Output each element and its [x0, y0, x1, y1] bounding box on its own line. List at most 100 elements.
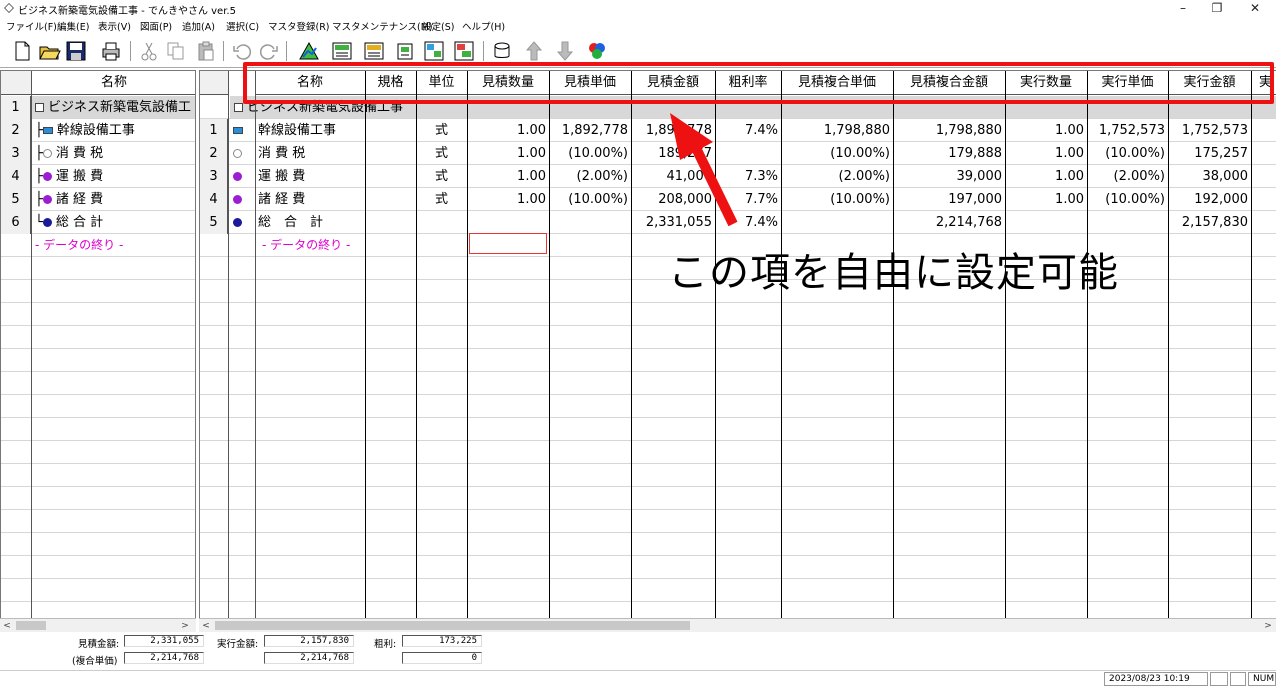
- tree-item-consumption-tax[interactable]: ├ 消 費 税: [35, 142, 195, 165]
- menu-file[interactable]: ファイル(F): [6, 19, 57, 33]
- cell-eprice[interactable]: (10.00%): [1087, 142, 1168, 165]
- menu-master-maintenance[interactable]: マスタメンテナンス(M): [332, 19, 433, 33]
- row-number[interactable]: 6: [1, 211, 31, 234]
- material-icon-4[interactable]: [422, 39, 446, 63]
- chart-tool-icon[interactable]: [297, 39, 321, 63]
- tree-item-misc-expenses[interactable]: ├ 諸 経 費: [35, 188, 195, 211]
- undo-icon[interactable]: [230, 39, 254, 63]
- cell-spec[interactable]: [365, 211, 416, 234]
- material-icon-2[interactable]: [362, 39, 386, 63]
- cell-eamount[interactable]: 192,000: [1168, 188, 1251, 211]
- move-down-icon[interactable]: [553, 39, 577, 63]
- open-folder-icon[interactable]: [37, 39, 61, 63]
- cell-qty[interactable]: [467, 211, 549, 234]
- cell-cprice[interactable]: (10.00%): [781, 188, 893, 211]
- database-icon[interactable]: [490, 39, 514, 63]
- close-button[interactable]: ✕: [1238, 0, 1272, 17]
- cell-cprice[interactable]: [781, 211, 893, 234]
- scroll-left-icon[interactable]: <: [199, 619, 213, 633]
- material-icon-5[interactable]: [452, 39, 476, 63]
- cell-price[interactable]: 1,892,778: [549, 119, 631, 142]
- cell-name[interactable]: 諸 経 費: [258, 188, 364, 211]
- row-number[interactable]: 1: [200, 119, 228, 142]
- menu-view[interactable]: 表示(V): [98, 19, 131, 33]
- cell-price[interactable]: (10.00%): [549, 188, 631, 211]
- cell-eamount[interactable]: 1,752,573: [1168, 119, 1251, 142]
- cell-eprice[interactable]: [1087, 211, 1168, 234]
- cell-margin[interactable]: 7.4%: [715, 119, 781, 142]
- cell-qty[interactable]: 1.00: [467, 142, 549, 165]
- scroll-left-icon[interactable]: <: [0, 619, 14, 633]
- menu-select[interactable]: 選択(C): [226, 19, 259, 33]
- tree-item-trunk-line[interactable]: ├ 幹線設備工事: [35, 119, 195, 142]
- print-icon[interactable]: [99, 39, 123, 63]
- main-horizontal-scrollbar[interactable]: < >: [199, 618, 1276, 632]
- paste-icon[interactable]: [194, 39, 218, 63]
- save-icon[interactable]: [64, 39, 88, 63]
- menu-master-register[interactable]: マスタ登録(R): [268, 19, 330, 33]
- cell-eprice[interactable]: (10.00%): [1087, 188, 1168, 211]
- menu-edit[interactable]: 編集(E): [57, 19, 89, 33]
- scroll-thumb[interactable]: [215, 621, 690, 630]
- row-number[interactable]: 2: [1, 119, 31, 142]
- menu-settings[interactable]: 設定(S): [422, 19, 454, 33]
- cell-price[interactable]: (10.00%): [549, 142, 631, 165]
- cell-eqty[interactable]: 1.00: [1005, 165, 1087, 188]
- cell-amount[interactable]: 2,331,055: [631, 211, 715, 234]
- cell-name[interactable]: 総 合 計: [258, 211, 364, 234]
- cell-name[interactable]: 消 費 税: [258, 142, 364, 165]
- cell-price[interactable]: (2.00%): [549, 165, 631, 188]
- move-up-icon[interactable]: [522, 39, 546, 63]
- cell-qty[interactable]: 1.00: [467, 119, 549, 142]
- cell-amount[interactable]: 189,277: [631, 142, 715, 165]
- copy-icon[interactable]: [164, 39, 188, 63]
- scroll-thumb[interactable]: [16, 621, 46, 630]
- cell-camount[interactable]: 39,000: [893, 165, 1005, 188]
- menu-add[interactable]: 追加(A): [182, 19, 215, 33]
- cell-spec[interactable]: [365, 119, 416, 142]
- cell-camount[interactable]: 197,000: [893, 188, 1005, 211]
- cell-spec[interactable]: [365, 188, 416, 211]
- scroll-right-icon[interactable]: >: [178, 619, 192, 633]
- row-number[interactable]: 4: [1, 165, 31, 188]
- cell-eqty[interactable]: 1.00: [1005, 119, 1087, 142]
- minimize-button[interactable]: –: [1166, 0, 1200, 17]
- cell-eqty[interactable]: 1.00: [1005, 188, 1087, 211]
- cell-camount[interactable]: 2,214,768: [893, 211, 1005, 234]
- cell-unit[interactable]: 式: [416, 165, 467, 188]
- selected-cell[interactable]: [469, 233, 547, 254]
- cell-camount[interactable]: 1,798,880: [893, 119, 1005, 142]
- cell-amount[interactable]: 1,892,778: [631, 119, 715, 142]
- cell-margin[interactable]: 7.7%: [715, 188, 781, 211]
- cell-amount[interactable]: 208,000: [631, 188, 715, 211]
- cell-unit[interactable]: 式: [416, 188, 467, 211]
- cell-name[interactable]: 運 搬 費: [258, 165, 364, 188]
- row-number[interactable]: 1: [1, 96, 31, 119]
- material-icon-3[interactable]: [394, 39, 418, 63]
- cell-unit[interactable]: 式: [416, 119, 467, 142]
- left-horizontal-scrollbar[interactable]: < >: [0, 618, 196, 632]
- cell-eamount[interactable]: 175,257: [1168, 142, 1251, 165]
- scroll-right-icon[interactable]: >: [1261, 619, 1275, 633]
- cell-qty[interactable]: 1.00: [467, 165, 549, 188]
- material-icon-1[interactable]: [330, 39, 354, 63]
- row-number[interactable]: 5: [1, 188, 31, 211]
- row-number[interactable]: 3: [1, 142, 31, 165]
- cell-spec[interactable]: [365, 142, 416, 165]
- redo-icon[interactable]: [257, 39, 281, 63]
- menu-drawing[interactable]: 図面(P): [140, 19, 172, 33]
- cell-name[interactable]: 幹線設備工事: [258, 119, 364, 142]
- cell-eqty[interactable]: 1.00: [1005, 142, 1087, 165]
- cell-qty[interactable]: 1.00: [467, 188, 549, 211]
- cell-margin[interactable]: 7.4%: [715, 211, 781, 234]
- row-number[interactable]: 5: [200, 211, 228, 234]
- row-number[interactable]: 3: [200, 165, 228, 188]
- cell-unit[interactable]: 式: [416, 142, 467, 165]
- cell-unit[interactable]: [416, 211, 467, 234]
- cell-camount[interactable]: 179,888: [893, 142, 1005, 165]
- tree-item-root[interactable]: ビジネス新築電気設備工: [35, 96, 195, 119]
- cell-margin[interactable]: 7.3%: [715, 165, 781, 188]
- menu-help[interactable]: ヘルプ(H): [462, 19, 505, 33]
- cut-icon[interactable]: [137, 39, 161, 63]
- row-number[interactable]: 4: [200, 188, 228, 211]
